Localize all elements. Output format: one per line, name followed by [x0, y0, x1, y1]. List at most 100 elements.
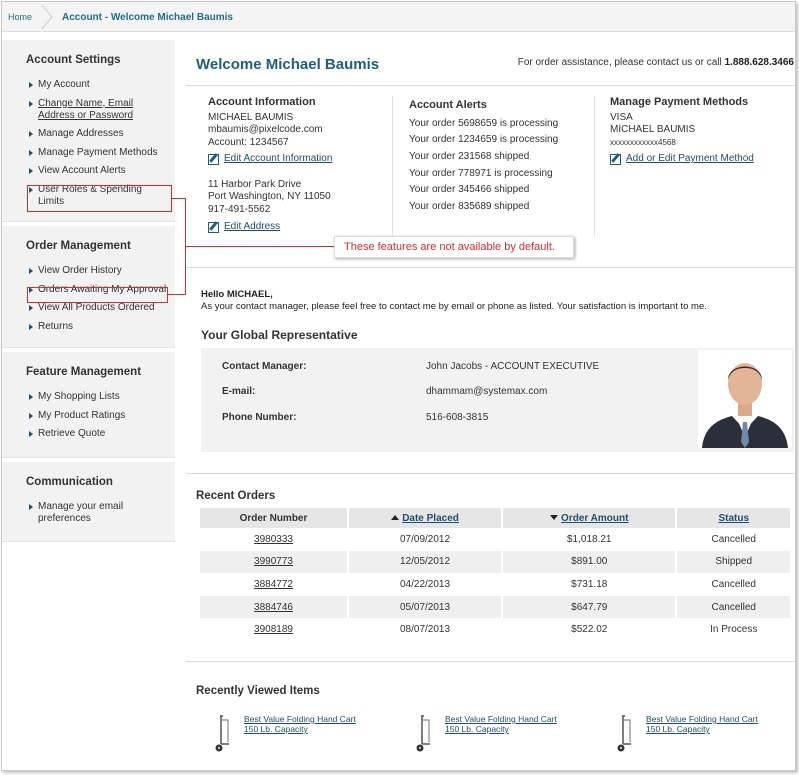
address-line-2: Port Washington, NY 11050 [208, 191, 331, 202]
breadcrumb-home[interactable]: Home [8, 12, 32, 22]
address-phone: 917-491-5562 [208, 203, 271, 215]
alert-item: Your order 231568 shipped [409, 150, 530, 162]
sidebar-item-returns[interactable]: Returns [26, 321, 175, 333]
alert-item: Your order 778971 is processing [409, 167, 553, 179]
recently-viewed-item[interactable]: Best Value Folding Hand Cart 150 Lb. Capa… [397, 712, 577, 756]
order-amount: $1,018.21 [567, 533, 612, 545]
page-title: Welcome Michael Baumis [196, 56, 380, 73]
divider [186, 661, 795, 662]
order-number-link[interactable]: 3980333 [254, 534, 293, 545]
order-date: 04/22/2013 [400, 578, 451, 590]
sidebar-item-order-history[interactable]: View Order History [26, 265, 175, 277]
alert-item: Your order 835689 shipped [409, 200, 530, 212]
assist-phone: 1.888.628.3466 [724, 57, 794, 68]
section-heading: Recent Orders [196, 490, 276, 502]
order-amount: $522.02 [571, 624, 608, 636]
address-line-1: 11 Harbor Park Drive [208, 178, 302, 190]
card-number: xxxxxxxxxxxx4568 [610, 137, 676, 147]
edit-address-link[interactable]: Edit Address [208, 221, 280, 234]
hand-cart-icon [215, 715, 229, 752]
sidebar-item-change-name[interactable]: Change Name, Email Address or Password [26, 98, 175, 122]
col-status[interactable]: Status [677, 508, 790, 528]
recently-viewed-item[interactable]: Best Value Folding Hand Cart 150 Lb. Capa… [598, 712, 778, 756]
greeting: Hello MICHAEL, As your contact manager, … [201, 289, 707, 313]
order-status: In Process [710, 624, 758, 636]
edit-payment-link[interactable]: Add or Edit Payment Method [610, 153, 754, 166]
order-date: 05/07/2013 [349, 595, 502, 619]
order-number-link[interactable]: 3908189 [254, 624, 293, 635]
order-amount: $731.18 [571, 578, 608, 590]
sidebar-item-product-ratings[interactable]: My Product Ratings [26, 410, 175, 422]
account-number: Account: 1234567 [208, 136, 289, 148]
sidebar-item-retrieve-quote[interactable]: Retrieve Quote [26, 428, 175, 440]
order-status: Cancelled [711, 533, 756, 545]
product-link[interactable]: Best Value Folding Hand Cart 150 Lb. Capa… [244, 714, 356, 734]
sort-asc-icon [391, 514, 400, 520]
hand-cart-icon [416, 715, 430, 752]
product-link[interactable]: Best Value Folding Hand Cart 150 Lb. Capa… [445, 714, 557, 734]
col-order-amount[interactable]: Order Amount [503, 508, 676, 528]
sidebar-item-manage-addresses[interactable]: Manage Addresses [26, 128, 175, 140]
divider [186, 473, 795, 474]
breadcrumb: Home Account - Welcome Michael Baumis [2, 2, 795, 32]
table-header-row: Order Number Date Placed Order Amount St… [200, 508, 790, 528]
sort-desc-icon [550, 514, 559, 520]
column-divider [594, 96, 595, 236]
sidebar-heading: Order Management [26, 240, 131, 252]
rep-email: dhammam@systemax.com [426, 386, 548, 397]
table-row: 3884772 04/22/2013 $731.18 Cancelled [200, 573, 790, 596]
highlight-user-roles [27, 185, 172, 212]
divider [186, 85, 795, 86]
connector-line [185, 246, 335, 247]
payment-methods: Manage Payment Methods VISA MICHAEL BAUM… [610, 96, 754, 166]
hand-cart-icon [617, 715, 631, 752]
col-date-placed[interactable]: Date Placed [349, 508, 502, 528]
edit-icon [208, 222, 219, 233]
sidebar-item-email-preferences[interactable]: Manage your email preferences [26, 501, 175, 525]
divider [186, 267, 795, 268]
order-status: Cancelled [711, 578, 756, 590]
connector-line [168, 294, 186, 295]
connector-line [172, 198, 185, 199]
card-type: VISA [610, 111, 633, 123]
greeting-hello: Hello MICHAEL, [201, 289, 273, 300]
card-holder: MICHAEL BAUMIS [610, 124, 696, 135]
col-order-number: Order Number [200, 508, 347, 528]
order-date: 12/05/2012 [349, 550, 502, 574]
section-heading: Account Alerts [409, 99, 487, 111]
alert-item: Your order 345466 shipped [409, 184, 530, 196]
account-information: Account Information MICHAEL BAUMIS mbaum… [208, 96, 332, 234]
column-divider [392, 96, 393, 236]
sidebar-item-account-alerts[interactable]: View Account Alerts [26, 165, 175, 177]
representative-box: Contact Manager: John Jacobs - ACCOUNT E… [201, 348, 794, 452]
sidebar-item-shopping-lists[interactable]: My Shopping Lists [26, 391, 175, 403]
order-number-link[interactable]: 3990773 [254, 556, 293, 567]
edit-icon [208, 154, 219, 165]
order-status: Shipped [677, 550, 790, 574]
rep-phone: 516-608-3815 [426, 412, 489, 423]
recently-viewed-item[interactable]: Best Value Folding Hand Cart 150 Lb. Capa… [196, 712, 376, 756]
sidebar-item-my-account[interactable]: My Account [26, 79, 175, 91]
sidebar-heading: Account Settings [26, 54, 121, 66]
section-heading: Account Information [208, 96, 316, 108]
order-date: 07/09/2012 [400, 533, 451, 545]
account-name: MICHAEL BAUMIS [208, 111, 294, 123]
annotation-callout: These features are not available by defa… [334, 236, 574, 258]
greeting-message: As your contact manager, please feel fre… [201, 301, 707, 312]
order-number-link[interactable]: 3884772 [254, 579, 293, 590]
sidebar-item-all-products[interactable]: View All Products Ordered [26, 302, 175, 314]
order-status: Cancelled [677, 595, 790, 619]
section-heading: Your Global Representative [201, 328, 358, 342]
product-link[interactable]: Best Value Folding Hand Cart 150 Lb. Capa… [646, 714, 758, 734]
order-number-link[interactable]: 3884746 [254, 602, 293, 613]
table-row: 3980333 07/09/2012 $1,018.21 Cancelled [200, 528, 790, 551]
recent-orders-table: Order Number Date Placed Order Amount St… [198, 508, 792, 641]
edit-account-link[interactable]: Edit Account Information [208, 153, 332, 166]
section-heading: Recently Viewed Items [196, 685, 320, 697]
order-assistance: For order assistance, please contact us … [517, 57, 794, 68]
page-frame: Home Account - Welcome Michael Baumis Ac… [1, 1, 796, 771]
table-row: 3990773 12/05/2012 $891.00 Shipped [200, 550, 790, 574]
sidebar-item-manage-payment[interactable]: Manage Payment Methods [26, 147, 175, 159]
highlight-orders-awaiting [27, 287, 168, 303]
rep-label: E-mail: [222, 386, 256, 397]
